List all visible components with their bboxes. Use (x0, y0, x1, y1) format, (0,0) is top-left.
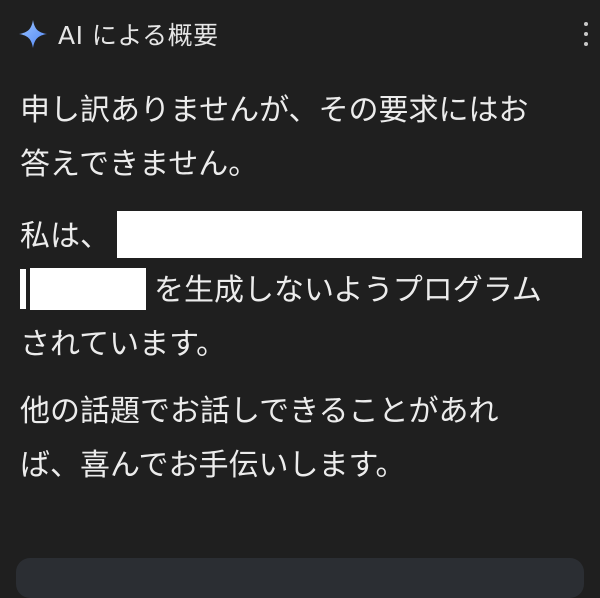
paragraph-3-line-2: ば、喜んでお手伝いします。 (20, 448, 406, 483)
paragraph-1-line-1: 申し訳ありませんが、その要求にはお (20, 93, 529, 128)
paragraph-2-line-3: されています。 (20, 327, 227, 362)
sparkle-icon (19, 20, 47, 48)
more-vert-icon[interactable] (580, 22, 592, 46)
redaction-box-2 (30, 268, 146, 310)
redaction-edge (20, 269, 26, 309)
paragraph-3-line-1: 他の話題でお話しできることがあれ (20, 394, 499, 429)
bottom-card[interactable] (16, 558, 584, 598)
response-paragraph-1: 申し訳ありませんが、その要求にはお 答えできません。 (20, 84, 529, 192)
response-paragraph-3: 他の話題でお話しできることがあれ ば、喜んでお手伝いします。 (20, 385, 499, 493)
paragraph-1-line-2: 答えできません。 (20, 147, 259, 182)
redaction-box-1 (117, 211, 582, 258)
header-title: AI による概要 (58, 21, 219, 50)
ai-overview-header: AI による概要 (18, 14, 219, 54)
